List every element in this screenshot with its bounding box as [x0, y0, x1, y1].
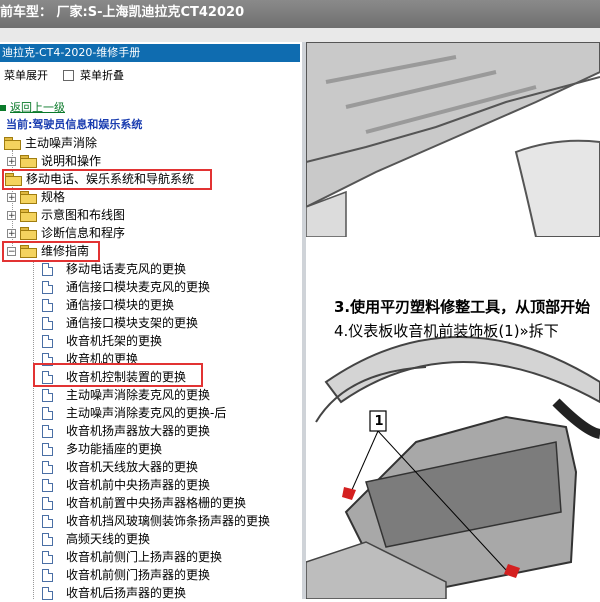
expand-menu-button[interactable]: 菜单展开	[4, 67, 48, 83]
tree-doc-label: 收音机前置中央扬声器格栅的更换	[66, 496, 247, 510]
window-title-bar: 前车型： 厂家:S-上海凯迪拉克CT42020	[0, 0, 600, 28]
collapse-label: 菜单折叠	[80, 69, 124, 82]
tree-doc-label: 收音机前侧门扬声器的更换	[66, 568, 211, 582]
expand-label: 菜单展开	[4, 69, 48, 82]
tree-doc-item[interactable]: 收音机挡风玻璃侧装饰条扬声器的更换	[42, 512, 270, 530]
tree-label: 诊断信息和程序	[41, 226, 126, 240]
expand-plus-icon[interactable]: +	[7, 210, 16, 220]
document-icon	[42, 388, 53, 402]
tree-doc-label: 通信接口模块的更换	[66, 298, 175, 312]
document-icon	[42, 280, 53, 294]
document-icon	[42, 478, 53, 492]
highlight-box	[2, 241, 100, 262]
folder-icon	[20, 209, 37, 222]
step-3-text: 3.使用平刃塑料修整工具，从顶部开始	[334, 298, 591, 316]
document-icon	[42, 424, 53, 438]
tree-doc-label: 高频天线的更换	[66, 532, 151, 546]
tree-doc-item[interactable]: 高频天线的更换	[42, 530, 150, 548]
tree-folder-diagrams[interactable]: + 示意图和布线图	[7, 206, 125, 224]
document-icon	[42, 262, 53, 276]
tree-doc-item[interactable]: 通信接口模块的更换	[42, 296, 174, 314]
tree-doc-label: 移动电话麦克风的更换	[66, 262, 187, 276]
tree-doc-label: 收音机挡风玻璃侧装饰条扬声器的更换	[66, 514, 271, 528]
tree-doc-label: 收音机前中央扬声器的更换	[66, 478, 211, 492]
tree-folder-diagnostics[interactable]: + 诊断信息和程序	[7, 224, 125, 242]
expand-plus-icon[interactable]: +	[7, 192, 16, 202]
callout-number: 1	[374, 414, 384, 429]
tree-doc-item[interactable]: 收音机前中央扬声器的更换	[42, 476, 210, 494]
tree-doc-item[interactable]: 收音机托架的更换	[42, 332, 162, 350]
current-location: 当前:驾驶员信息和娱乐系统	[6, 116, 142, 134]
collapse-menu-button[interactable]: 菜单折叠	[63, 67, 124, 83]
tree-toolbar: 菜单展开 菜单折叠	[0, 64, 300, 86]
current-label: 当前:驾驶员信息和娱乐系统	[6, 118, 143, 131]
highlight-box	[33, 363, 203, 387]
tree-doc-label: 收音机托架的更换	[66, 334, 163, 348]
tree-line	[33, 260, 34, 599]
tree-doc-item[interactable]: 通信接口模块支架的更换	[42, 314, 198, 332]
expand-plus-icon[interactable]: +	[7, 228, 16, 238]
document-icon	[42, 334, 53, 348]
tree-doc-item[interactable]: 主动噪声消除麦克风的更换	[42, 386, 210, 404]
tree-doc-item[interactable]: 收音机天线放大器的更换	[42, 458, 198, 476]
document-icon	[42, 550, 53, 564]
back-link[interactable]: 返回上一级	[10, 99, 65, 117]
expand-plus-icon[interactable]: +	[7, 156, 16, 166]
highlight-box	[2, 169, 212, 190]
tree-folder-specs[interactable]: + 规格	[7, 188, 65, 206]
document-icon	[42, 460, 53, 474]
collapse-icon	[63, 69, 74, 81]
tree-doc-label: 通信接口模块支架的更换	[66, 316, 199, 330]
tree-label: 规格	[41, 190, 66, 204]
tree-label: 主动噪声消除	[25, 136, 98, 150]
tree-doc-item[interactable]: 收音机前侧门扬声器的更换	[42, 566, 210, 584]
tree-doc-label: 主动噪声消除麦克风的更换	[66, 388, 211, 402]
document-icon	[42, 316, 53, 330]
document-icon	[42, 514, 53, 528]
tree-doc-item[interactable]: 收音机前置中央扬声器格栅的更换	[42, 494, 246, 512]
document-icon	[42, 298, 53, 312]
tree-doc-label: 收音机天线放大器的更换	[66, 460, 199, 474]
tree-doc-item[interactable]: 通信接口模块麦克风的更换	[42, 278, 210, 296]
tree-doc-item[interactable]: 移动电话麦克风的更换	[42, 260, 186, 278]
document-icon	[42, 406, 53, 420]
folder-icon	[20, 227, 37, 240]
tree-doc-label: 收音机扬声器放大器的更换	[66, 424, 211, 438]
tree-doc-label: 收音机前侧门上扬声器的更换	[66, 550, 223, 564]
tree-doc-label: 收音机后扬声器的更换	[66, 586, 187, 600]
tree-doc-item[interactable]: 收音机前侧门上扬声器的更换	[42, 548, 222, 566]
tree-doc-item[interactable]: 多功能插座的更换	[42, 440, 162, 458]
folder-icon	[4, 137, 21, 150]
tree-folder-instructions[interactable]: + 说明和操作	[7, 152, 101, 170]
tree-root-active-noise[interactable]: 主动噪声消除	[4, 134, 97, 152]
tree-doc-item[interactable]: 收音机后扬声器的更换	[42, 584, 186, 602]
step-4-text: 4.仪表板收音机前装饰板(1)»拆下	[334, 322, 559, 340]
back-link-row[interactable]: 返回上一级	[0, 99, 65, 117]
document-icon	[42, 568, 53, 582]
tree-label: 说明和操作	[41, 154, 102, 168]
title-gap	[0, 28, 600, 42]
folder-icon	[20, 191, 37, 204]
vehicle-model-text: 前车型： 厂家:S-上海凯迪拉克CT42020	[0, 5, 245, 20]
document-icon	[42, 532, 53, 546]
folder-icon	[20, 155, 37, 168]
document-icon	[42, 442, 53, 456]
tree-doc-label: 主动噪声消除麦克风的更换-后	[66, 406, 227, 420]
document-icon	[42, 586, 53, 600]
tree-doc-label: 通信接口模块麦克风的更换	[66, 280, 211, 294]
tree-label: 示意图和布线图	[41, 208, 126, 222]
tree-doc-label: 多功能插座的更换	[66, 442, 163, 456]
document-icon	[42, 496, 53, 510]
manual-title: 迪拉克-CT4-2020-维修手册	[0, 44, 300, 62]
back-arrow-icon	[0, 105, 6, 111]
tree-doc-item[interactable]: 收音机扬声器放大器的更换	[42, 422, 210, 440]
tree-doc-item[interactable]: 主动噪声消除麦克风的更换-后	[42, 404, 226, 422]
